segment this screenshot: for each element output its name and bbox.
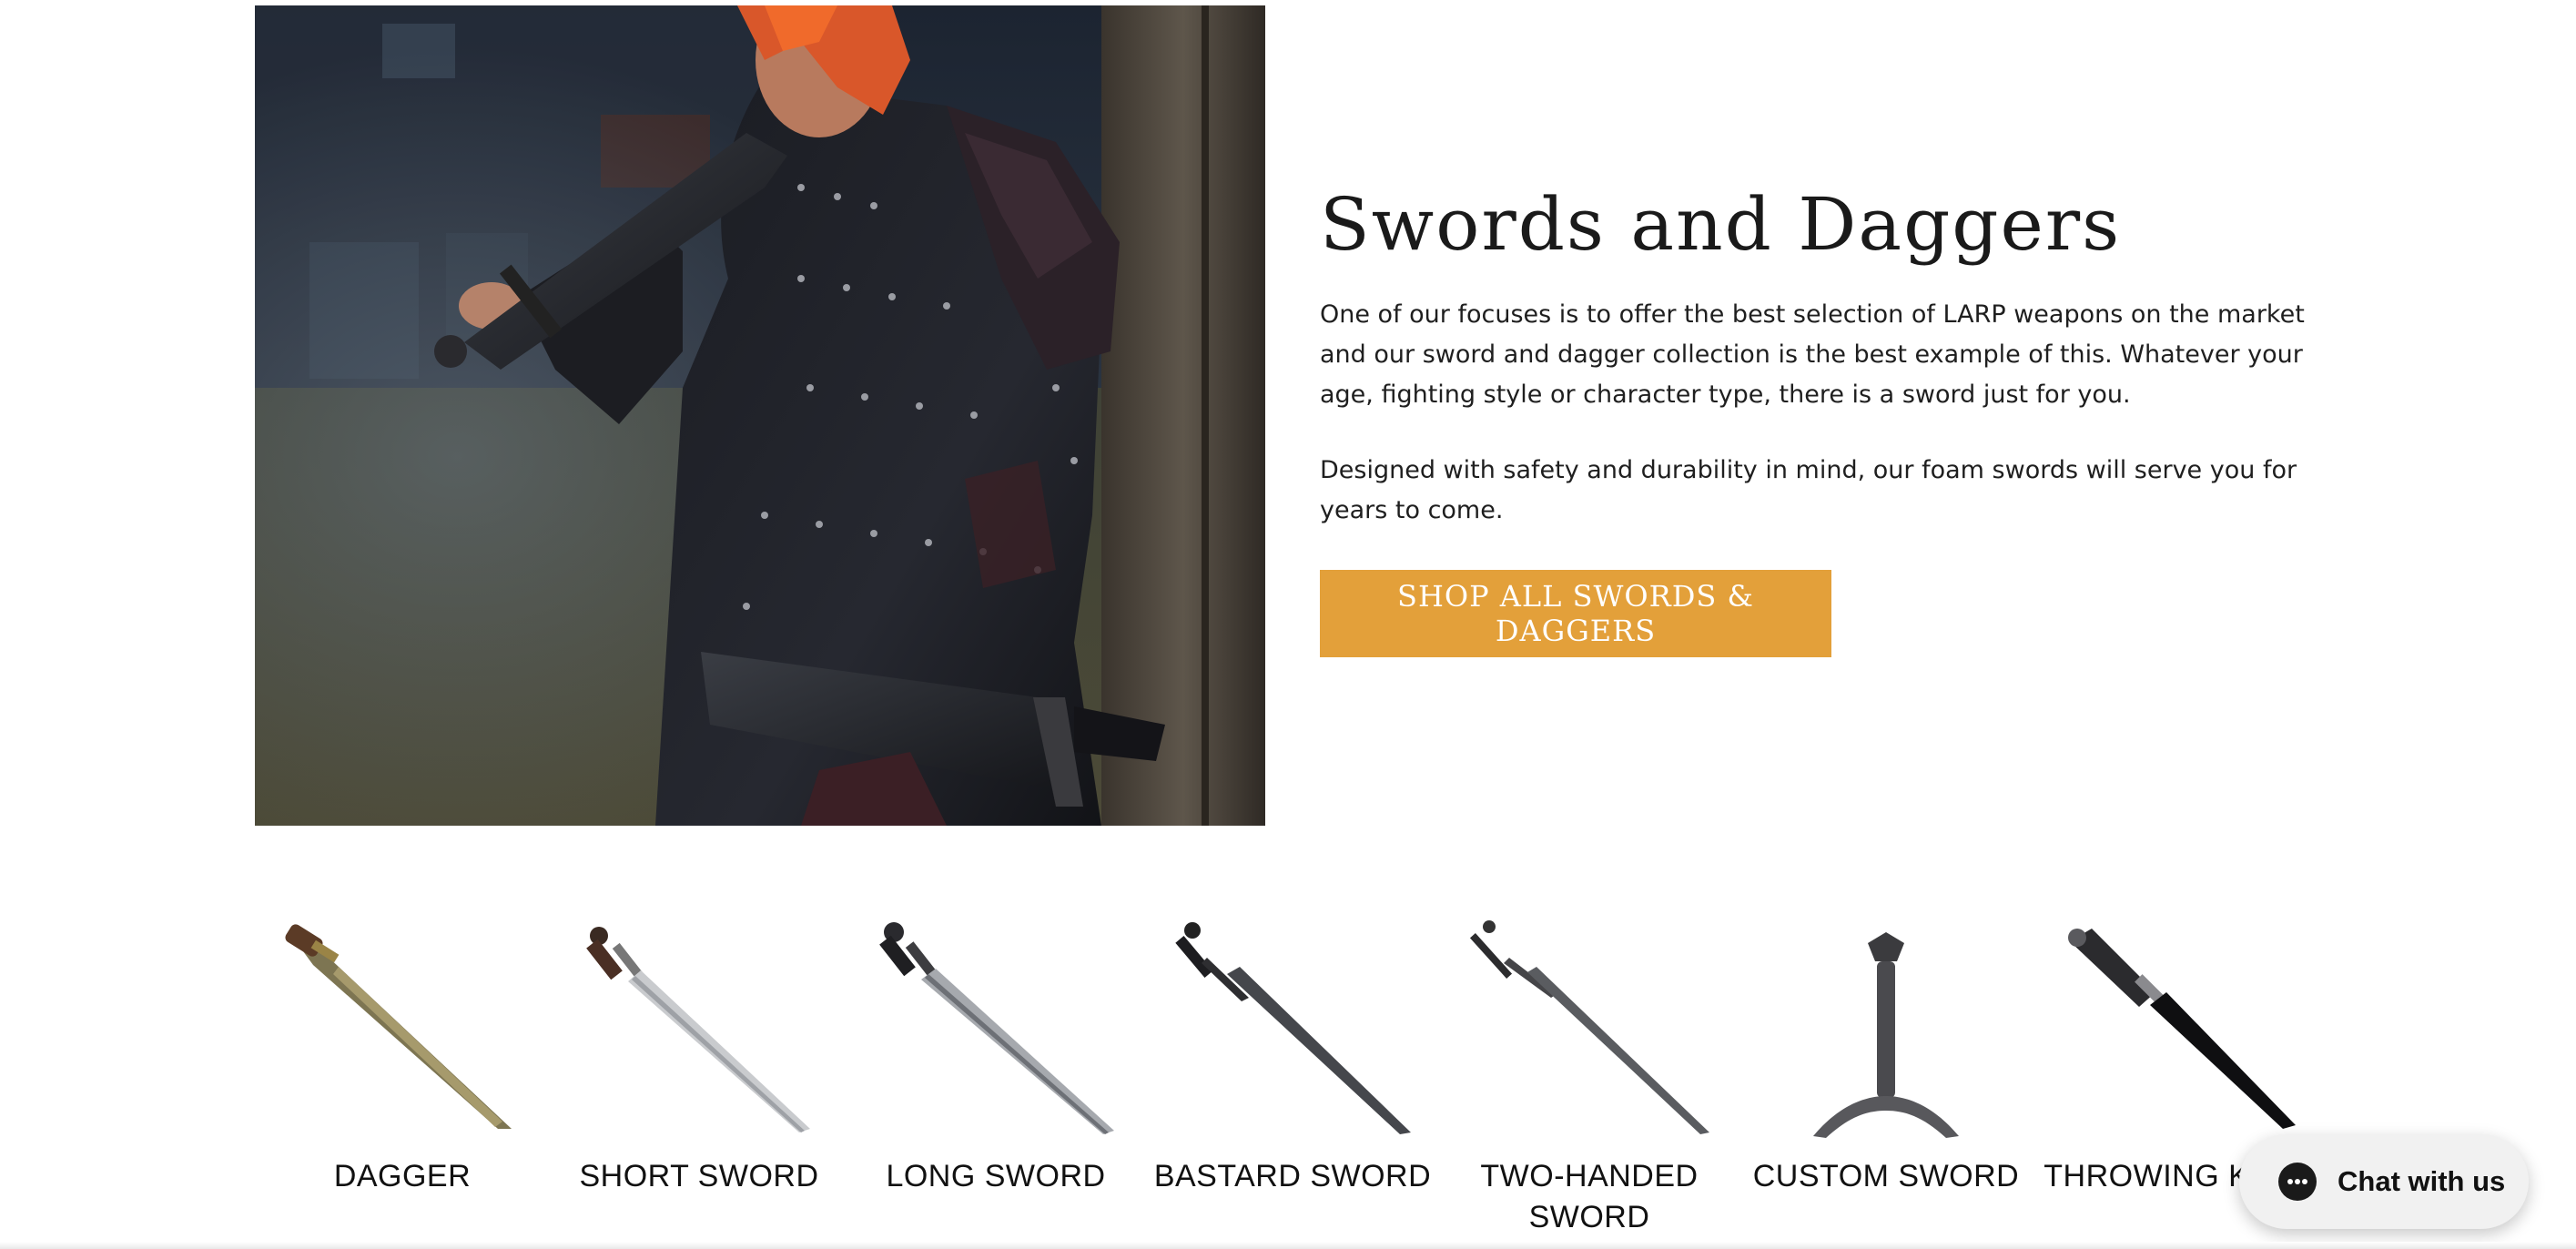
category-bastard-sword[interactable]: BASTARD SWORD bbox=[1147, 910, 1438, 1197]
page: Swords and Daggers One of our focuses is… bbox=[0, 0, 2576, 1249]
category-custom-sword[interactable]: CUSTOM SWORD bbox=[1740, 910, 2032, 1197]
two-handed-sword-icon bbox=[1444, 910, 1735, 1138]
chat-widget-button[interactable]: Chat with us bbox=[2239, 1134, 2529, 1229]
category-dagger[interactable]: DAGGER bbox=[257, 910, 548, 1197]
shop-all-swords-button[interactable]: SHOP ALL SWORDS & DAGGERS bbox=[1320, 570, 1831, 657]
hero-image-warrior bbox=[255, 5, 1265, 826]
category-label: BASTARD SWORD bbox=[1153, 1159, 1432, 1193]
category-label: SHORT SWORD bbox=[579, 1159, 819, 1193]
intro-paragraph: One of our focuses is to offer the best … bbox=[1320, 300, 2305, 409]
category-long-sword[interactable]: LONG SWORD bbox=[850, 910, 1141, 1197]
category-list: DAGGER SHORT SWORD LONG SWORD BASTARD SW… bbox=[0, 910, 2576, 1249]
page-title: Swords and Daggers bbox=[1320, 182, 2122, 267]
dagger-icon bbox=[257, 910, 548, 1138]
throwing-knife-icon bbox=[2037, 910, 2328, 1138]
category-label: CUSTOM SWORD bbox=[1752, 1159, 2020, 1193]
bastard-sword-icon bbox=[1147, 910, 1438, 1138]
category-label: LONG SWORD bbox=[886, 1159, 1106, 1193]
category-two-handed-sword[interactable]: TWO-HANDED SWORD bbox=[1444, 910, 1735, 1238]
category-label: DAGGER bbox=[333, 1159, 472, 1193]
short-sword-icon bbox=[553, 910, 845, 1138]
long-sword-icon bbox=[850, 910, 1141, 1138]
safety-paragraph: Designed with safety and durability in m… bbox=[1320, 456, 2297, 524]
chat-label: Chat with us bbox=[2338, 1165, 2506, 1197]
custom-sword-icon bbox=[1740, 910, 2032, 1138]
bottom-divider bbox=[0, 1242, 2576, 1249]
chat-bubble-icon bbox=[2278, 1163, 2317, 1201]
category-short-sword[interactable]: SHORT SWORD bbox=[553, 910, 845, 1197]
category-label: TWO-HANDED SWORD bbox=[1480, 1159, 1699, 1234]
